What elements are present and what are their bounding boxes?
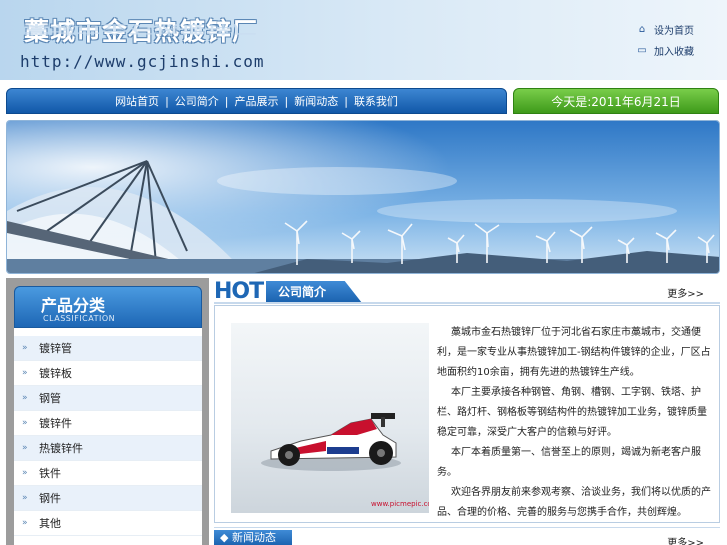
- sidebar-title: 产品分类: [41, 296, 106, 315]
- hot-badge: HOT: [214, 279, 264, 304]
- double-arrow-icon: »: [22, 418, 28, 428]
- category-label: 其他: [39, 517, 61, 530]
- category-item[interactable]: » 钢件: [14, 486, 202, 511]
- about-more-link[interactable]: 更多>>: [667, 285, 704, 300]
- double-arrow-icon: »: [22, 393, 28, 403]
- news-title-label: 新闻动态: [231, 531, 276, 544]
- section-divider: [214, 302, 720, 304]
- set-homepage-link[interactable]: ⌂ 设为首页: [636, 22, 694, 37]
- about-paragraph: 藁城市金石热镀锌厂位于河北省石家庄市藁城市，交通便利，是一家专业从事热镀锌加工-…: [437, 327, 711, 378]
- category-list: » 镀锌管 » 镀锌板 » 钢管 » 镀锌件 » 热镀锌件 » 铁件 » 钢件 » 其他: [14, 328, 202, 545]
- set-homepage-label: 设为首页: [654, 26, 694, 37]
- add-favorite-label: 加入收藏: [654, 47, 694, 58]
- category-item[interactable]: » 镀锌板: [14, 361, 202, 386]
- hero-banner: [6, 120, 720, 274]
- category-label: 钢管: [39, 392, 61, 405]
- about-paragraph: 欢迎各界朋友前来参观考察、洽谈业务，我们将以优质的产品、合理的价格、完善的服务与…: [437, 487, 711, 518]
- bookmark-icon: ▭: [637, 45, 647, 56]
- nav-item-home[interactable]: 网站首页: [109, 93, 165, 109]
- news-more-link[interactable]: 更多>>: [667, 534, 704, 545]
- company-photo: www.picmepic.com: [231, 323, 429, 513]
- race-car-image: www.picmepic.com: [261, 413, 429, 508]
- news-section-title: ◆ 新闻动态: [214, 530, 292, 545]
- about-text: 藁城市金石热镀锌厂位于河北省石家庄市藁城市，交通便利，是一家专业从事热镀锌加工-…: [437, 323, 713, 523]
- site-header: 藁城市金石热镀锌厂 藁城市金石热镀锌厂 http://www.gcjinshi.…: [0, 0, 727, 80]
- category-item[interactable]: » 铁件: [14, 461, 202, 486]
- category-item[interactable]: » 镀锌件: [14, 411, 202, 436]
- double-arrow-icon: »: [22, 468, 28, 478]
- home-icon: ⌂: [638, 24, 646, 35]
- double-arrow-icon: »: [22, 368, 28, 378]
- nav-item-products[interactable]: 产品展示: [229, 93, 285, 109]
- category-label: 热镀锌件: [39, 442, 83, 455]
- banner-image: [7, 121, 719, 273]
- add-favorite-link[interactable]: ▭ 加入收藏: [636, 43, 694, 58]
- main-nav: 网站首页 | 公司简介 | 产品展示 | 新闻动态 | 联系我们: [6, 88, 507, 114]
- double-arrow-icon: »: [22, 493, 28, 503]
- about-paragraph: 本厂本着质量第一、信誉至上的原则，竭诚为新老客户服务。: [437, 447, 701, 478]
- nav-item-contact[interactable]: 联系我们: [348, 93, 404, 109]
- about-section-header: HOT 公司简介 更多>>: [214, 280, 720, 304]
- category-label: 镀锌板: [39, 367, 72, 380]
- nav-item-about[interactable]: 公司简介: [169, 93, 225, 109]
- date-display: 今天是:2011年6月21日: [513, 88, 719, 114]
- category-label: 镀锌管: [39, 342, 72, 355]
- nav-item-news[interactable]: 新闻动态: [288, 93, 344, 109]
- news-section-header: ◆ 新闻动态 更多>>: [214, 527, 720, 545]
- photo-watermark: www.picmepic.com: [371, 500, 429, 508]
- sidebar-header: 产品分类 CLASSIFICATION: [14, 286, 202, 328]
- double-arrow-icon: »: [22, 518, 28, 528]
- about-section-title: 公司简介: [266, 281, 362, 303]
- site-url: http://www.gcjinshi.com: [20, 52, 265, 71]
- double-arrow-icon: »: [22, 343, 28, 353]
- category-item[interactable]: » 热镀锌件: [14, 436, 202, 461]
- sidebar-subtitle: CLASSIFICATION: [43, 314, 116, 323]
- arrow-icon: ◆: [220, 531, 232, 544]
- category-item[interactable]: » 镀锌管: [14, 336, 202, 361]
- product-category-sidebar: 产品分类 CLASSIFICATION » 镀锌管 » 镀锌板 » 钢管 » 镀锌件 »…: [6, 278, 209, 545]
- category-label: 钢件: [39, 492, 61, 505]
- site-title-reflection: 藁城市金石热镀锌厂: [24, 22, 259, 36]
- about-content-box: www.picmepic.com 藁城市金石热镀锌厂位于河北省石家庄市藁城市，交…: [214, 305, 720, 523]
- category-label: 铁件: [39, 467, 61, 480]
- double-arrow-icon: »: [22, 443, 28, 453]
- category-label: 镀锌件: [39, 417, 72, 430]
- category-item[interactable]: » 其他: [14, 511, 202, 536]
- about-paragraph: 本厂主要承接各种钢管、角钢、槽钢、工字钢、铁塔、护栏、路灯杆、钢格板等钢结构件的…: [437, 387, 707, 438]
- category-item[interactable]: » 钢管: [14, 386, 202, 411]
